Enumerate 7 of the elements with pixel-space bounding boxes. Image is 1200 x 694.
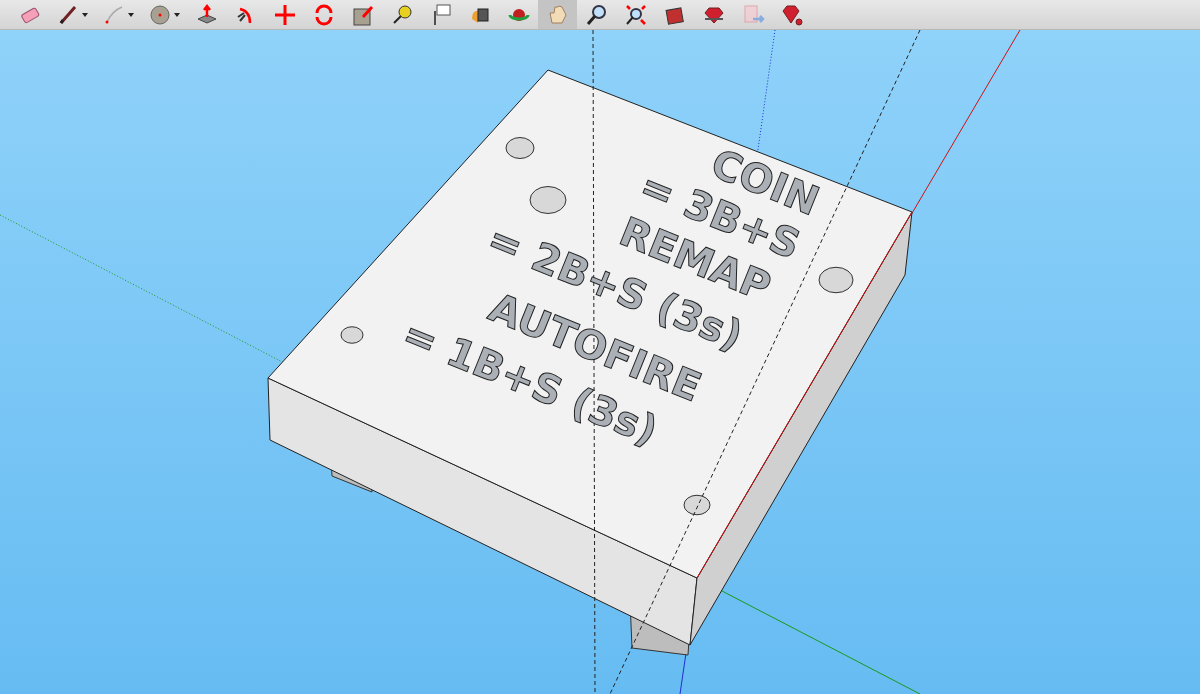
- move-icon: [272, 2, 297, 27]
- zoom-extents-icon: [623, 2, 648, 27]
- caret-icon: [174, 12, 180, 17]
- circle-icon: [148, 2, 172, 27]
- zoom-icon: [584, 2, 609, 27]
- caret-icon: [82, 12, 88, 17]
- caret-icon: [128, 12, 134, 17]
